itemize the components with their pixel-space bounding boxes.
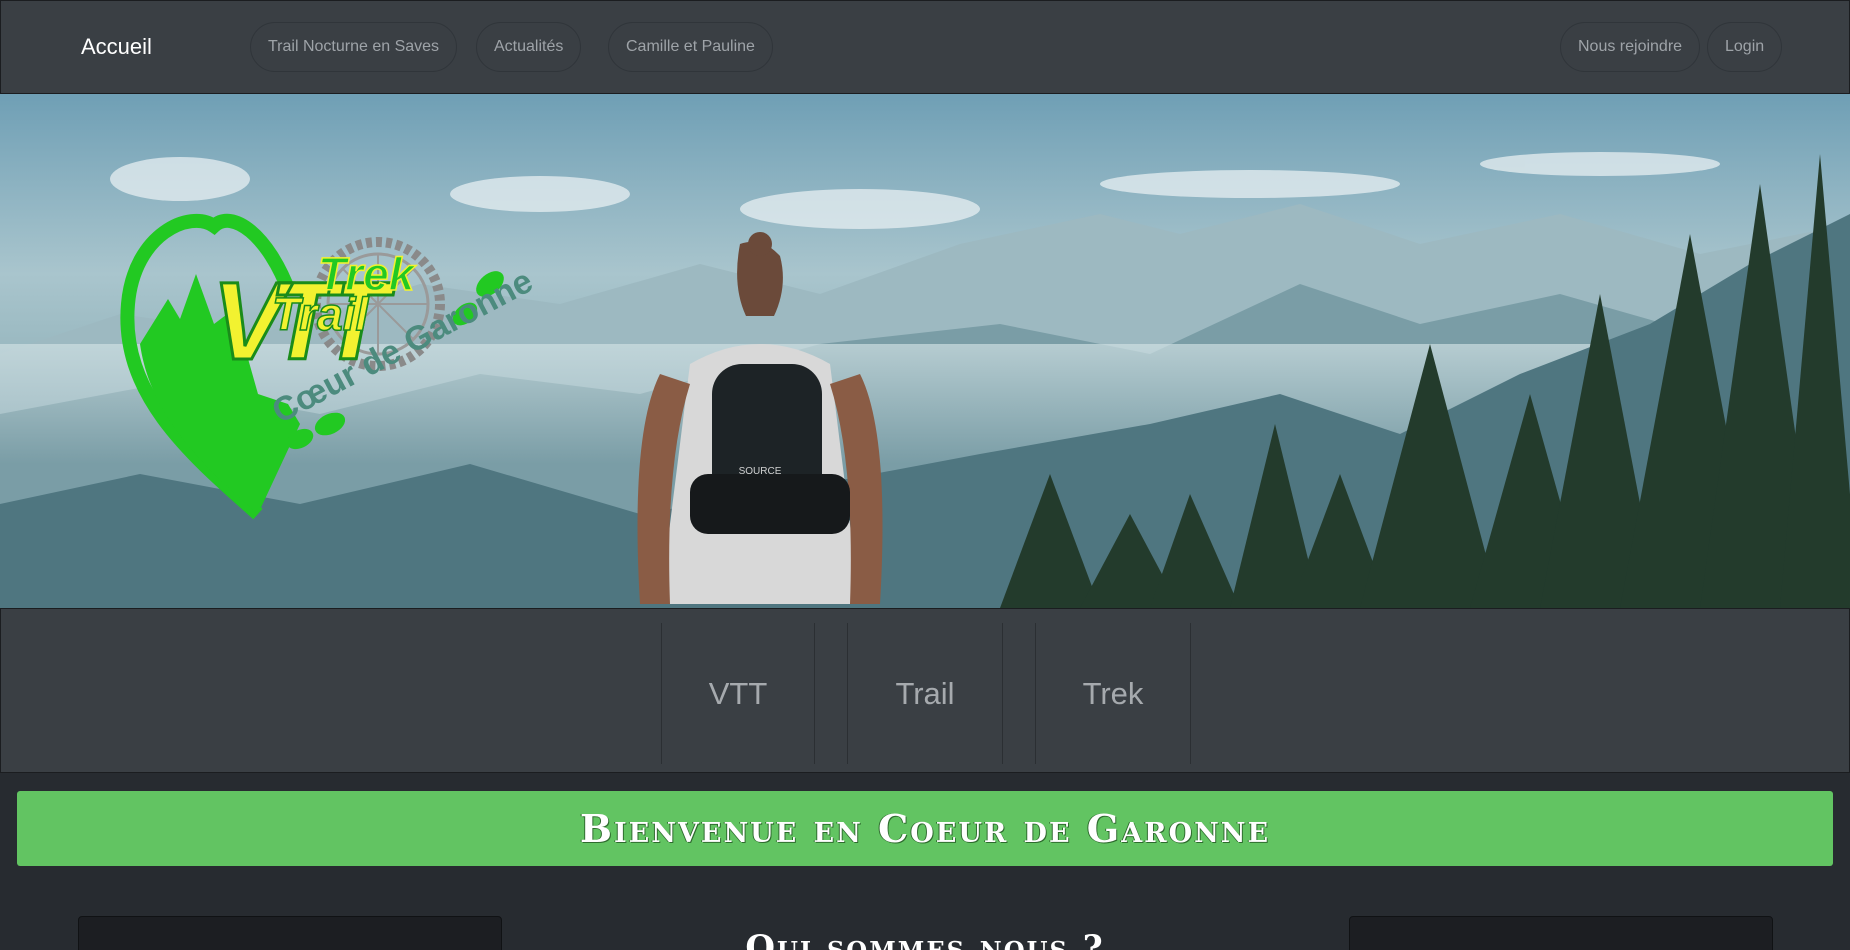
nav-home-link[interactable]: Accueil — [81, 34, 152, 60]
hero-banner: SOURCE VTT Trek Trail Cœur de Garonne — [0, 94, 1850, 608]
right-panel — [1349, 916, 1773, 950]
hero-photo: SOURCE VTT Trek Trail Cœur de Garonne — [0, 94, 1850, 608]
activity-tab-vtt[interactable]: VTT — [661, 623, 815, 764]
nav-item-camille-pauline[interactable]: Camille et Pauline — [608, 22, 773, 72]
nav-item-actualites[interactable]: Actualités — [476, 22, 582, 72]
logo-text-trail: Trail — [272, 288, 370, 340]
welcome-title: Bienvenue en Coeur de Garonne — [579, 806, 1271, 851]
nav-item-nous-rejoindre[interactable]: Nous rejoindre — [1560, 22, 1701, 72]
welcome-banner: Bienvenue en Coeur de Garonne — [17, 791, 1833, 866]
activity-nav: VTT Trail Trek — [0, 608, 1850, 773]
backpack-brand: SOURCE — [739, 466, 782, 477]
activity-tab-trail[interactable]: Trail — [847, 623, 1003, 764]
top-navbar: Accueil Trail Nocturne en Saves Actualit… — [0, 0, 1850, 94]
activity-tab-trek[interactable]: Trek — [1035, 623, 1191, 764]
nav-item-trail-nocturne[interactable]: Trail Nocturne en Saves — [250, 22, 458, 72]
nav-item-login[interactable]: Login — [1707, 22, 1783, 72]
